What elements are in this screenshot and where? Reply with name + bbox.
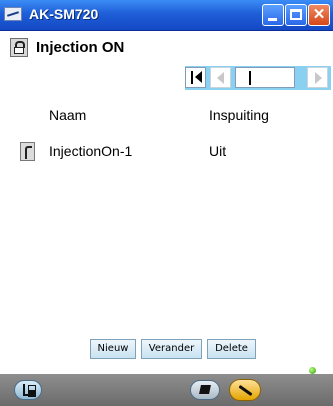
bottom-toolbar: [0, 374, 333, 406]
delete-button[interactable]: Delete: [207, 339, 256, 359]
edit-button[interactable]: Verander: [141, 339, 202, 359]
close-button[interactable]: [308, 4, 330, 26]
record-input[interactable]: [235, 67, 295, 88]
column-header-naam: Naam: [49, 107, 87, 123]
record-navigator: [185, 66, 331, 90]
tree-icon[interactable]: [14, 380, 42, 400]
app-icon: [4, 7, 22, 21]
wrench-icon[interactable]: [20, 142, 35, 161]
status-led: [309, 367, 316, 374]
new-button[interactable]: Nieuw: [90, 339, 136, 359]
table-row[interactable]: InjectionOn-1 Uit: [0, 140, 333, 164]
prev-record-icon[interactable]: [210, 67, 231, 88]
text-caret: [249, 71, 251, 85]
page-title: Injection ON: [36, 39, 125, 56]
window-title: AK-SM720: [29, 6, 99, 22]
minimize-button[interactable]: [262, 4, 284, 26]
notes-icon[interactable]: [190, 380, 220, 400]
tool-icon[interactable]: [229, 379, 261, 401]
row-name: InjectionOn-1: [49, 143, 133, 159]
next-record-icon[interactable]: [307, 67, 328, 88]
column-header-inspuiting: Inspuiting: [209, 107, 269, 123]
first-record-icon[interactable]: [185, 67, 206, 88]
title-bar: AK-SM720: [0, 0, 333, 31]
lock-icon[interactable]: [10, 38, 28, 57]
maximize-button[interactable]: [285, 4, 307, 26]
row-value: Uit: [209, 143, 227, 159]
